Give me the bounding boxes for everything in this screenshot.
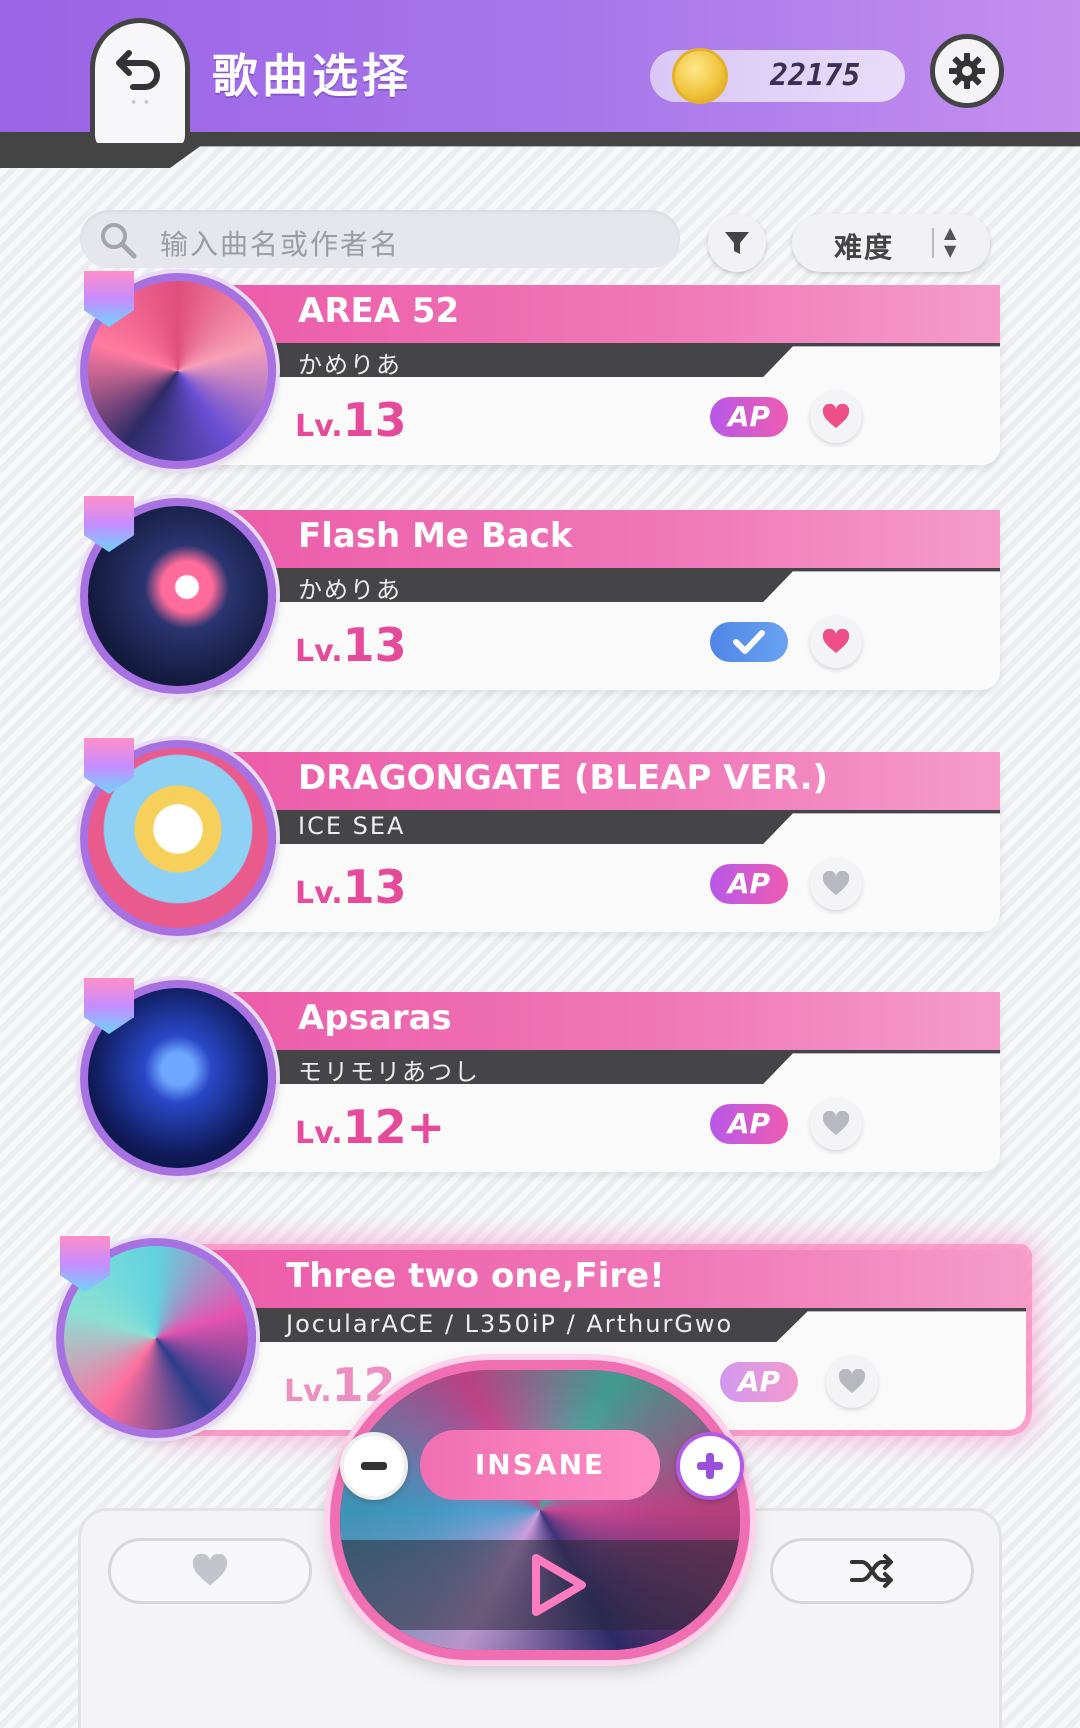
song-level: Lv.12+	[295, 1100, 445, 1154]
favorite-button[interactable]	[810, 616, 862, 668]
level-prefix: Lv.	[295, 634, 343, 669]
heart-icon	[838, 1369, 866, 1393]
song-artist: JocularACE / L350iP / ArthurGwo	[286, 1310, 734, 1338]
coin-value: 22175	[770, 58, 861, 93]
song-title: DRAGONGATE (BLEAP VER.)	[298, 758, 829, 798]
filter-icon	[725, 232, 749, 254]
heart-icon	[822, 871, 850, 895]
search-icon	[101, 223, 137, 259]
song-artist: かめりあ	[298, 576, 402, 604]
song-card[interactable]: Apsaras モリモリあつし Lv.12+ AP	[80, 978, 1000, 1176]
coin-icon	[672, 48, 728, 104]
filter-button[interactable]	[708, 214, 766, 272]
favorite-button[interactable]	[810, 1098, 862, 1150]
sort-divider	[932, 228, 934, 258]
difficulty-decrease-button[interactable]	[340, 1432, 408, 1500]
back-button-dots: • •	[129, 95, 151, 111]
minus-icon	[361, 1462, 387, 1470]
shuffle-button[interactable]	[770, 1538, 974, 1604]
ap-badge: AP	[710, 864, 788, 904]
search-input[interactable]: 输入曲名或作者名	[80, 210, 680, 268]
heart-icon	[192, 1554, 228, 1586]
sort-arrows-icon: ▲ ▼	[944, 223, 957, 260]
heart-icon	[822, 1111, 850, 1135]
song-card[interactable]: AREA 52 かめりあ Lv.13 AP	[80, 271, 1000, 469]
settings-button[interactable]	[930, 34, 1004, 108]
song-title: AREA 52	[298, 291, 460, 331]
back-arrow-icon	[116, 50, 160, 90]
song-level: Lv.13	[295, 860, 407, 914]
check-icon	[733, 630, 765, 654]
song-level: Lv.13	[295, 393, 407, 447]
heart-icon	[822, 404, 850, 428]
song-card[interactable]: Flash Me Back かめりあ Lv.13	[80, 496, 1000, 694]
ap-badge: AP	[710, 397, 788, 437]
level-prefix: Lv.	[284, 1374, 332, 1409]
difficulty-increase-button[interactable]	[676, 1432, 744, 1500]
play-icon[interactable]	[522, 1550, 592, 1620]
level-number: 12+	[342, 1100, 446, 1154]
level-prefix: Lv.	[295, 409, 343, 444]
search-placeholder: 输入曲名或作者名	[160, 228, 401, 261]
heart-icon	[822, 629, 850, 653]
clear-badge	[710, 622, 788, 662]
level-number: 13	[342, 618, 407, 672]
song-artist: かめりあ	[298, 351, 402, 379]
sort-difficulty-button[interactable]: 难度 ▲ ▼	[792, 214, 990, 272]
plus-icon	[697, 1453, 723, 1479]
gear-icon	[949, 53, 985, 89]
favorite-button[interactable]	[826, 1356, 878, 1408]
back-button[interactable]: • •	[90, 18, 190, 143]
favorites-filter-button[interactable]	[108, 1538, 312, 1604]
song-title: Three two one,Fire!	[286, 1256, 665, 1296]
song-title: Flash Me Back	[298, 516, 573, 556]
favorite-button[interactable]	[810, 858, 862, 910]
song-card[interactable]: DRAGONGATE (BLEAP VER.) ICE SEA Lv.13 AP	[80, 738, 1000, 936]
level-prefix: Lv.	[295, 876, 343, 911]
sort-label: 难度	[834, 231, 895, 264]
song-title: Apsaras	[298, 998, 452, 1038]
page-title: 歌曲选择	[212, 49, 412, 103]
level-prefix: Lv.	[295, 1116, 343, 1151]
shuffle-icon	[850, 1554, 893, 1588]
song-artist: モリモリあつし	[298, 1058, 480, 1086]
difficulty-label: INSANE	[420, 1430, 660, 1500]
level-number: 13	[342, 393, 407, 447]
favorite-button[interactable]	[810, 391, 862, 443]
ap-badge: AP	[710, 1104, 788, 1144]
level-number: 13	[342, 860, 407, 914]
play-disc[interactable]	[330, 1360, 750, 1660]
song-level: Lv.13	[295, 618, 407, 672]
song-artist: ICE SEA	[298, 812, 406, 840]
